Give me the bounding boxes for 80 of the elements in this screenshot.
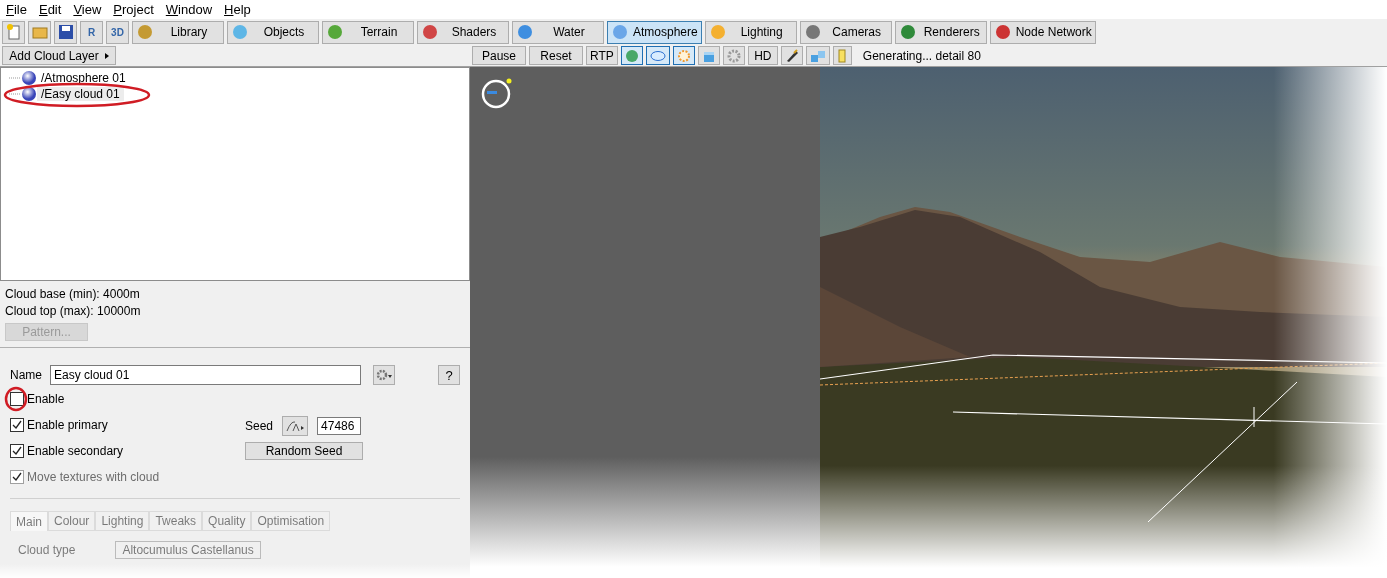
cloud-type-dropdown[interactable]: Altocumulus Castellanus: [115, 541, 261, 559]
render-button[interactable]: RTP: [586, 46, 618, 65]
cube-toggle-button[interactable]: [697, 46, 720, 65]
toolbar-tab[interactable]: Renderers: [894, 20, 987, 44]
toolbar-tab[interactable]: Objects: [227, 20, 319, 44]
menu-item[interactable]: Edit: [32, 2, 68, 17]
random-seed-button[interactable]: Random Seed: [245, 442, 363, 460]
toolbar-button[interactable]: 3D: [106, 20, 129, 44]
properties-tab[interactable]: Lighting: [95, 511, 150, 531]
checkbox-label: Move textures with cloud: [27, 470, 160, 484]
ruler-toggle-button[interactable]: [832, 46, 852, 65]
cubes-toggle-button[interactable]: [805, 46, 830, 65]
checkbox-label: Enable: [27, 392, 65, 406]
properties-tab[interactable]: Main: [10, 511, 48, 531]
name-field[interactable]: Easy cloud 01: [50, 365, 361, 385]
sphere-icon: [421, 23, 439, 41]
check-icon: [12, 446, 22, 456]
checkbox-label: Enable primary: [27, 418, 108, 432]
toolbar-tab[interactable]: Shaders: [417, 20, 509, 44]
caret-icon: [104, 52, 109, 59]
checkbox[interactable]: [10, 444, 24, 458]
toolbar-tab[interactable]: Atmosphere: [607, 20, 702, 44]
toolbar-button[interactable]: R: [80, 20, 103, 44]
menu-item[interactable]: Help: [218, 2, 257, 17]
properties-tab[interactable]: Optimisation: [251, 511, 331, 531]
render-button[interactable]: Pause: [472, 46, 526, 65]
tree-connector-icon: [9, 77, 21, 79]
new-file-icon: [5, 24, 22, 40]
status-text: Generating... detail 80: [862, 48, 981, 63]
gear-icon: [726, 48, 741, 63]
info-text: Cloud base (min): 4000m: [5, 287, 141, 301]
brush-icon: [784, 48, 799, 63]
add-cloud-layer-button[interactable]: Add Cloud Layer: [2, 46, 116, 65]
help-button[interactable]: ?: [438, 365, 460, 385]
save-icon: [57, 24, 74, 40]
render-button[interactable]: Reset: [529, 46, 583, 65]
gear-toggle-button[interactable]: [722, 46, 745, 65]
check-icon: [12, 420, 22, 430]
toolbar-tab[interactable]: Node Network: [989, 20, 1096, 44]
toolbar-tab[interactable]: Library: [132, 20, 224, 44]
function-icon: [285, 420, 306, 432]
sphere-icon: [21, 70, 37, 86]
tree-connector-icon: [9, 93, 21, 95]
toolbar-tab[interactable]: Cameras: [799, 20, 892, 44]
properties-tab[interactable]: Colour: [48, 511, 96, 531]
sphere-icon: [21, 86, 37, 102]
render-button[interactable]: HD: [747, 46, 778, 65]
menu-item[interactable]: File: [0, 2, 33, 17]
checkbox-label: Enable secondary: [27, 444, 124, 458]
ruler-icon: [838, 48, 847, 63]
sun-toggle-button[interactable]: [672, 46, 695, 65]
menu-item[interactable]: View: [67, 2, 108, 17]
toolbar-tab[interactable]: Lighting: [704, 20, 797, 44]
seed-field[interactable]: 47486: [317, 417, 362, 435]
tree-item[interactable]: /Easy cloud 01: [37, 87, 124, 101]
menu-item[interactable]: Project: [107, 2, 160, 17]
field-label: Cloud type: [18, 543, 76, 557]
cloud-toggle-button[interactable]: [645, 46, 670, 65]
new-button[interactable]: [2, 20, 25, 44]
navigation-widget-icon: [481, 77, 513, 109]
seed-function-button[interactable]: [282, 416, 309, 436]
sphere-icon: [624, 48, 639, 63]
properties-tab[interactable]: Tweaks: [149, 511, 203, 531]
gear-icon: [376, 369, 392, 381]
field-label: Name: [10, 368, 42, 382]
info-text: Cloud top (max): 10000m: [5, 304, 142, 318]
toolbar-tab[interactable]: Water: [512, 20, 604, 44]
check-icon: [12, 472, 22, 482]
menu-item[interactable]: Window: [159, 2, 219, 17]
checkbox[interactable]: [10, 418, 24, 432]
toolbar-tab[interactable]: Terrain: [322, 20, 414, 44]
brush-toggle-button[interactable]: [780, 46, 803, 65]
tree-item[interactable]: /Atmosphere 01: [37, 71, 130, 85]
properties-tab[interactable]: Quality: [202, 511, 252, 531]
field-label: Seed: [245, 419, 274, 433]
checkbox[interactable]: [10, 392, 24, 406]
sphere-toggle-button[interactable]: [620, 46, 643, 65]
folder-icon: [31, 25, 48, 39]
save-button[interactable]: [54, 20, 77, 44]
settings-button[interactable]: [373, 365, 395, 385]
